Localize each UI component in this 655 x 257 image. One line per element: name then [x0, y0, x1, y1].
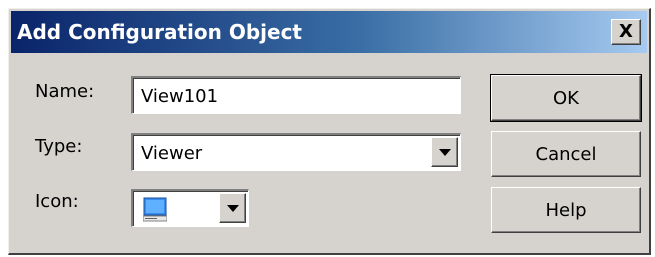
icon-label: Icon: — [35, 191, 79, 212]
cancel-button[interactable]: Cancel — [491, 131, 641, 177]
name-field[interactable]: View101 — [131, 76, 461, 114]
ok-button[interactable]: OK — [490, 74, 642, 122]
dialog-title: Add Configuration Object — [17, 20, 302, 44]
add-configuration-object-dialog: Add Configuration Object X Name: View101… — [8, 8, 651, 255]
monitor-icon — [143, 197, 167, 222]
type-value: Viewer — [141, 143, 203, 164]
name-label: Name: — [35, 81, 95, 102]
type-dropdown-button[interactable] — [431, 137, 458, 167]
icon-select[interactable] — [131, 189, 249, 227]
close-icon: X — [619, 21, 633, 42]
close-button[interactable]: X — [611, 19, 641, 45]
chevron-down-icon — [226, 204, 239, 212]
type-select[interactable]: Viewer — [131, 133, 461, 171]
title-bar[interactable]: Add Configuration Object X — [11, 11, 647, 53]
type-label: Type: — [35, 136, 83, 157]
name-value: View101 — [141, 86, 219, 107]
help-button[interactable]: Help — [491, 187, 641, 233]
chevron-down-icon — [438, 148, 451, 156]
icon-dropdown-button[interactable] — [219, 193, 246, 223]
